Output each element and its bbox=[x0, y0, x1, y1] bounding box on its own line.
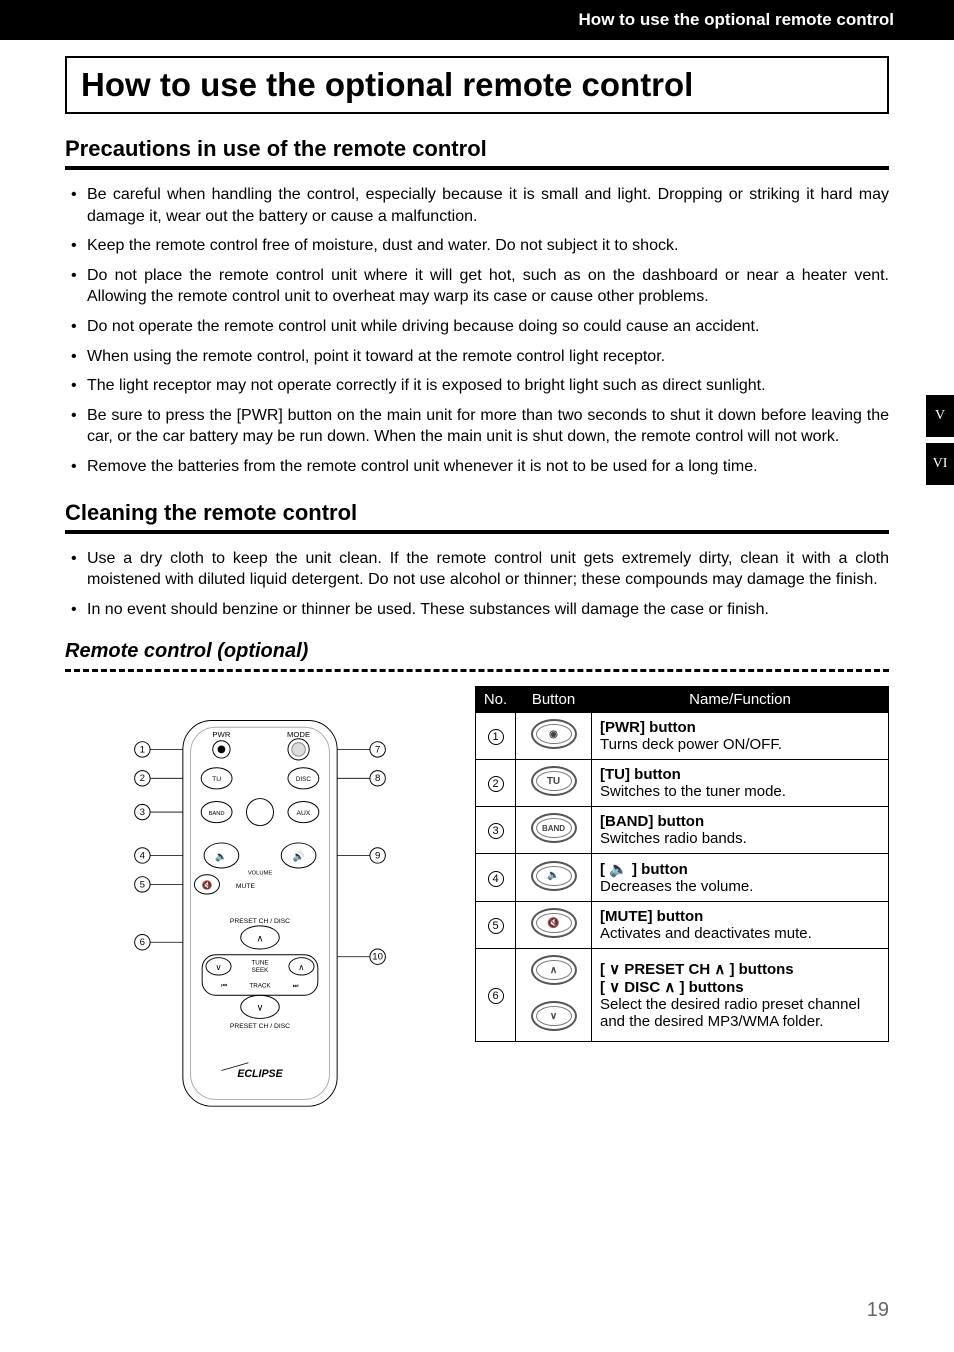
svg-text:BAND: BAND bbox=[209, 811, 225, 817]
svg-text:MUTE: MUTE bbox=[236, 884, 256, 891]
table-row: 3 BAND [BAND] buttonSwitches radio bands… bbox=[476, 807, 889, 854]
svg-text:9: 9 bbox=[375, 851, 380, 862]
th-no: No. bbox=[476, 687, 516, 713]
svg-text:⏭: ⏭ bbox=[293, 983, 299, 990]
remote-subheading: Remote control (optional) bbox=[65, 640, 889, 672]
list-item: When using the remote control, point it … bbox=[65, 346, 889, 368]
svg-text:PRESET CH / DISC: PRESET CH / DISC bbox=[230, 1023, 290, 1030]
fn-name: [ ∨ PRESET CH ∧ ] buttons bbox=[600, 961, 794, 978]
fn-desc: Switches radio bands. bbox=[600, 830, 747, 847]
table-row: 2 TU [TU] buttonSwitches to the tuner mo… bbox=[476, 760, 889, 807]
list-item: Do not operate the remote control unit w… bbox=[65, 316, 889, 338]
header-bar: How to use the optional remote control bbox=[0, 0, 954, 40]
fn-name: [MUTE] button bbox=[600, 908, 703, 925]
svg-text:2: 2 bbox=[140, 774, 145, 785]
band-button-icon: BAND bbox=[531, 813, 577, 843]
list-item: Be sure to press the [PWR] button on the… bbox=[65, 405, 889, 448]
fn-desc: Activates and deactivates mute. bbox=[600, 925, 812, 942]
svg-text:7: 7 bbox=[375, 745, 380, 756]
table-row: 6 ∧ [ ∨ PRESET CH ∧ ] buttons [ ∨ DISC ∧… bbox=[476, 949, 889, 996]
remote-diagram: 1 2 3 4 5 6 7 8 9 10 bbox=[65, 686, 455, 1121]
svg-text:∧: ∧ bbox=[256, 934, 263, 945]
preset-up-button-icon: ∧ bbox=[531, 955, 577, 985]
list-item: Be careful when handling the control, es… bbox=[65, 184, 889, 227]
svg-text:∨: ∨ bbox=[215, 963, 221, 973]
vol-down-button-icon: 🔈 bbox=[531, 861, 577, 891]
svg-text:1: 1 bbox=[140, 745, 145, 756]
row-no: 2 bbox=[488, 776, 504, 792]
header-title: How to use the optional remote control bbox=[579, 10, 894, 29]
fn-desc: Switches to the tuner mode. bbox=[600, 783, 786, 800]
content-area: How to use the optional remote control P… bbox=[0, 56, 954, 1121]
preset-down-button-icon: ∨ bbox=[531, 1001, 577, 1031]
function-table-wrapper: No. Button Name/Function 1 ◉ [PWR] butto… bbox=[475, 686, 889, 1121]
svg-text:🔈: 🔈 bbox=[215, 852, 227, 863]
svg-text:DISC: DISC bbox=[296, 777, 311, 784]
list-item: Use a dry cloth to keep the unit clean. … bbox=[65, 548, 889, 591]
list-item: In no event should benzine or thinner be… bbox=[65, 599, 889, 621]
svg-text:∧: ∧ bbox=[298, 963, 304, 973]
cleaning-list: Use a dry cloth to keep the unit clean. … bbox=[65, 548, 889, 621]
svg-text:TUNE: TUNE bbox=[251, 960, 268, 967]
svg-text:8: 8 bbox=[375, 774, 380, 785]
fn-desc: Decreases the volume. bbox=[600, 878, 753, 895]
svg-text:PRESET CH / DISC: PRESET CH / DISC bbox=[230, 918, 290, 925]
svg-text:PWR: PWR bbox=[212, 730, 230, 739]
row-no: 3 bbox=[488, 823, 504, 839]
fn-desc: Turns deck power ON/OFF. bbox=[600, 736, 782, 753]
list-item: The light receptor may not operate corre… bbox=[65, 375, 889, 397]
svg-text:4: 4 bbox=[140, 851, 146, 862]
svg-text:🔇: 🔇 bbox=[202, 881, 213, 891]
table-row: 5 🔇 [MUTE] buttonActivates and deactivat… bbox=[476, 902, 889, 949]
remote-svg: 1 2 3 4 5 6 7 8 9 10 bbox=[125, 706, 395, 1121]
list-item: Do not place the remote control unit whe… bbox=[65, 265, 889, 308]
svg-text:AUX: AUX bbox=[296, 810, 310, 817]
svg-text:5: 5 bbox=[140, 880, 145, 891]
page-title: How to use the optional remote control bbox=[65, 56, 889, 114]
row-no: 6 bbox=[488, 988, 504, 1004]
row-no: 4 bbox=[488, 871, 504, 887]
side-tab-v[interactable]: V bbox=[926, 395, 954, 437]
svg-text:10: 10 bbox=[372, 952, 383, 963]
precautions-list: Be careful when handling the control, es… bbox=[65, 184, 889, 478]
svg-text:ECLIPSE: ECLIPSE bbox=[237, 1069, 283, 1081]
svg-text:🔊: 🔊 bbox=[293, 850, 305, 863]
cleaning-heading: Cleaning the remote control bbox=[65, 500, 889, 534]
side-tab-vi[interactable]: VI bbox=[926, 443, 954, 485]
list-item: Remove the batteries from the remote con… bbox=[65, 456, 889, 478]
lower-area: 1 2 3 4 5 6 7 8 9 10 bbox=[65, 686, 889, 1121]
page-number: 19 bbox=[867, 1299, 889, 1322]
precautions-heading: Precautions in use of the remote control bbox=[65, 136, 889, 170]
svg-text:⏮: ⏮ bbox=[221, 983, 227, 990]
fn-name: [BAND] button bbox=[600, 813, 704, 830]
table-row: 1 ◉ [PWR] buttonTurns deck power ON/OFF. bbox=[476, 713, 889, 760]
function-table: No. Button Name/Function 1 ◉ [PWR] butto… bbox=[475, 686, 889, 1042]
fn-name2: [ ∨ DISC ∧ ] buttons bbox=[600, 979, 744, 996]
fn-name: [ 🔈 ] button bbox=[600, 861, 688, 878]
fn-desc: Select the desired radio preset channel … bbox=[600, 996, 860, 1030]
pwr-button-icon: ◉ bbox=[531, 719, 577, 749]
th-fn: Name/Function bbox=[592, 687, 889, 713]
svg-text:VOLUME: VOLUME bbox=[248, 871, 273, 877]
fn-name: [PWR] button bbox=[600, 719, 696, 736]
tu-button-icon: TU bbox=[531, 766, 577, 796]
svg-text:∨: ∨ bbox=[256, 1003, 263, 1014]
svg-text:TRACK: TRACK bbox=[249, 983, 271, 990]
row-no: 5 bbox=[488, 918, 504, 934]
fn-name: [TU] button bbox=[600, 766, 681, 783]
svg-text:TU: TU bbox=[212, 777, 221, 784]
table-row: 4 🔈 [ 🔈 ] buttonDecreases the volume. bbox=[476, 854, 889, 902]
list-item: Keep the remote control free of moisture… bbox=[65, 235, 889, 257]
svg-text:6: 6 bbox=[140, 937, 145, 948]
svg-text:MODE: MODE bbox=[287, 730, 310, 739]
th-button: Button bbox=[516, 687, 592, 713]
side-tabs: V VI bbox=[926, 395, 954, 485]
svg-text:3: 3 bbox=[140, 807, 145, 818]
svg-text:SEEK: SEEK bbox=[252, 967, 270, 974]
mute-button-icon: 🔇 bbox=[531, 908, 577, 938]
row-no: 1 bbox=[488, 729, 504, 745]
